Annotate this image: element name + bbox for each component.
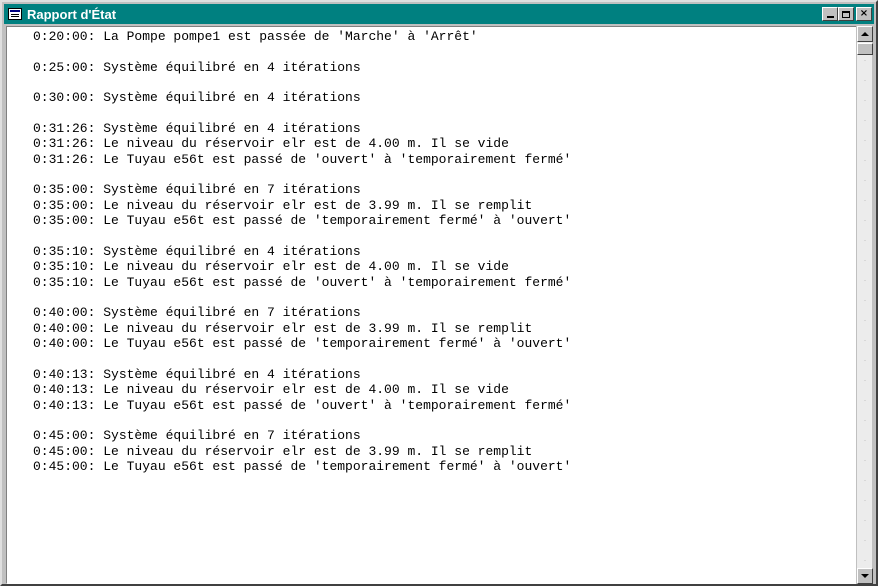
maximize-button[interactable] <box>838 7 854 21</box>
title-bar-buttons: × <box>822 7 872 21</box>
log-line: 0:40:00: Le niveau du réservoir elr est … <box>33 320 533 336</box>
log-entry-group: 0:40:13: Système équilibré en 4 itératio… <box>33 367 571 414</box>
log-entry-group: 0:25:00: Système équilibré en 4 itératio… <box>33 60 571 76</box>
log-line: 0:40:13: Le niveau du réservoir elr est … <box>33 382 509 397</box>
log-entry-group: 0:20:00: La Pompe pompe1 est passée de '… <box>33 29 571 45</box>
close-icon: × <box>859 8 869 19</box>
report-window: Rapport d'État × 0:20:00: La Pompe pompe… <box>0 0 878 586</box>
log-line: 0:35:00: Le niveau du réservoir elr est … <box>33 197 533 213</box>
log-line: 0:31:26: Le Tuyau e56t est passé de 'ouv… <box>33 151 572 167</box>
log-line: 0:40:13: Système équilibré en 4 itératio… <box>33 366 361 382</box>
arrow-down-icon <box>861 574 869 578</box>
log-line: 0:25:00: Système équilibré en 4 itératio… <box>33 59 361 75</box>
log-line: 0:31:26: Le niveau du réservoir elr est … <box>33 136 509 151</box>
vertical-scrollbar[interactable] <box>856 26 873 584</box>
log-line: 0:35:00: Système équilibré en 7 itératio… <box>33 182 361 197</box>
log-line: 0:35:10: Le niveau du réservoir elr est … <box>33 259 509 274</box>
log-entry-group: 0:35:10: Système équilibré en 4 itératio… <box>33 244 571 291</box>
scroll-up-button[interactable] <box>857 26 873 42</box>
report-content[interactable]: 0:20:00: La Pompe pompe1 est passée de '… <box>6 26 858 584</box>
scroll-thumb[interactable] <box>857 43 873 55</box>
log-line: 0:35:10: Le Tuyau e56t est passé de 'ouv… <box>33 274 572 290</box>
log-line: 0:40:00: Système équilibré en 7 itératio… <box>33 305 361 320</box>
log-line: 0:20:00: La Pompe pompe1 est passée de '… <box>33 29 478 44</box>
window-title: Rapport d'État <box>27 6 117 22</box>
log-line: 0:30:00: Système équilibré en 4 itératio… <box>33 90 361 105</box>
report-window-icon <box>8 8 22 20</box>
scroll-track[interactable] <box>864 60 866 564</box>
minimize-button[interactable] <box>822 7 838 21</box>
log-line: 0:45:00: Système équilibré en 7 itératio… <box>33 428 361 443</box>
log-line: 0:40:00: Le Tuyau e56t est passé de 'tem… <box>33 336 572 351</box>
log-line: 0:40:13: Le Tuyau e56t est passé de 'ouv… <box>33 397 572 413</box>
log-line: 0:45:00: Le Tuyau e56t est passé de 'tem… <box>33 459 572 474</box>
scroll-down-button[interactable] <box>857 568 873 584</box>
log-entry-group: 0:31:26: Système équilibré en 4 itératio… <box>33 121 571 168</box>
maximize-icon <box>842 10 850 18</box>
log-line: 0:35:10: Système équilibré en 4 itératio… <box>33 243 361 259</box>
log-entry-group: 0:40:00: Système équilibré en 7 itératio… <box>33 305 571 352</box>
arrow-up-icon <box>861 32 869 36</box>
log-line: 0:31:26: Système équilibré en 4 itératio… <box>33 120 361 136</box>
minimize-icon <box>826 16 834 18</box>
report-log: 0:20:00: La Pompe pompe1 est passée de '… <box>33 29 571 490</box>
log-entry-group: 0:30:00: Système équilibré en 4 itératio… <box>33 90 571 106</box>
log-line: 0:35:00: Le Tuyau e56t est passé de 'tem… <box>33 213 572 228</box>
log-entry-group: 0:35:00: Système équilibré en 7 itératio… <box>33 182 571 229</box>
title-bar[interactable]: Rapport d'État × <box>4 4 874 24</box>
log-line: 0:45:00: Le niveau du réservoir elr est … <box>33 443 533 459</box>
log-entry-group: 0:45:00: Système équilibré en 7 itératio… <box>33 428 571 475</box>
close-button[interactable]: × <box>856 7 872 21</box>
